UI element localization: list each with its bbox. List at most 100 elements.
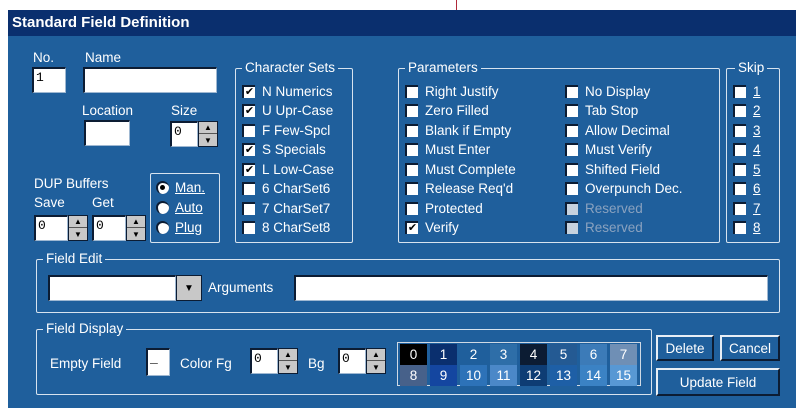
location-field[interactable] [84, 120, 130, 146]
charset-upr-case-checkbox[interactable]: ✔ U Upr-Case [242, 103, 333, 118]
param-release-reqd-checkbox[interactable]: Release Req'd [405, 181, 513, 196]
palette-color-5[interactable]: 5 [550, 344, 577, 365]
checkbox-icon: ✔ [242, 143, 255, 156]
bg-label: Bg [308, 356, 325, 371]
palette-color-7[interactable]: 7 [610, 344, 637, 365]
no-field[interactable]: 1 [32, 67, 66, 93]
skip-1-checkbox[interactable]: 1 [733, 84, 761, 99]
palette-color-9[interactable]: 9 [430, 365, 457, 386]
param-protected-checkbox[interactable]: Protected [405, 201, 483, 216]
spin-down-icon[interactable]: ▼ [127, 228, 145, 240]
charset-specials-checkbox[interactable]: ✔ S Specials [242, 142, 326, 157]
param-right-justify-checkbox[interactable]: Right Justify [405, 84, 499, 99]
spin-down-icon[interactable]: ▼ [199, 134, 217, 146]
arguments-label: Arguments [208, 280, 274, 295]
color-fg-field[interactable]: 0 [250, 348, 278, 374]
field-edit-select[interactable] [48, 275, 176, 301]
skip-4-checkbox[interactable]: 4 [733, 142, 761, 157]
get-field[interactable]: 0 [92, 215, 126, 241]
bg-field[interactable]: 0 [338, 348, 366, 374]
size-field[interactable]: 0 [170, 121, 198, 147]
palette-color-8[interactable]: 8 [400, 365, 427, 386]
palette-color-13[interactable]: 13 [550, 365, 577, 386]
palette-color-10[interactable]: 10 [460, 365, 487, 386]
dup-mode-plug-radio[interactable]: Plug [156, 220, 202, 235]
param-must-complete-checkbox[interactable]: Must Complete [405, 162, 516, 177]
standard-field-definition-dialog: Standard Field Definition No. Name 1 Loc… [8, 10, 796, 408]
charset-charset8-checkbox[interactable]: 8 CharSet8 [242, 220, 330, 235]
param-label: Allow Decimal [585, 123, 670, 138]
param-must-verify-checkbox[interactable]: Must Verify [565, 142, 652, 157]
skip-2-checkbox[interactable]: 2 [733, 103, 761, 118]
checkbox-icon: ✔ [242, 85, 255, 98]
palette-color-14[interactable]: 14 [580, 365, 607, 386]
charset-numerics-checkbox[interactable]: ✔ N Numerics [242, 84, 333, 99]
checkbox-icon [242, 221, 255, 234]
chevron-down-icon[interactable]: ▼ [176, 275, 202, 301]
empty-field-input[interactable]: _ [146, 348, 170, 376]
size-spinner[interactable]: ▲ ▼ [198, 121, 218, 147]
charset-charset6-checkbox[interactable]: 6 CharSet6 [242, 181, 330, 196]
spin-down-icon[interactable]: ▼ [367, 361, 385, 373]
param-verify-checkbox[interactable]: ✔ Verify [405, 220, 459, 235]
radio-label: Plug [175, 220, 203, 235]
spin-up-icon[interactable]: ▲ [279, 349, 297, 361]
skip-7-checkbox[interactable]: 7 [733, 201, 761, 216]
param-label: Verify [425, 220, 459, 235]
dup-mode-man-radio[interactable]: Man. [156, 180, 205, 195]
spin-down-icon[interactable]: ▼ [69, 228, 87, 240]
skip-label: 4 [753, 142, 761, 157]
save-spinner[interactable]: ▲ ▼ [68, 215, 88, 241]
param-label: Must Enter [425, 142, 491, 157]
save-field[interactable]: 0 [34, 215, 68, 241]
param-allow-decimal-checkbox[interactable]: Allow Decimal [565, 123, 670, 138]
charset-label: Low-Case [273, 162, 335, 177]
empty-field-label: Empty Field [50, 356, 122, 371]
palette-color-0[interactable]: 0 [400, 344, 427, 365]
skip-3-checkbox[interactable]: 3 [733, 123, 761, 138]
delete-button[interactable]: Delete [656, 335, 714, 361]
spin-up-icon[interactable]: ▲ [69, 216, 87, 228]
charset-code: F [262, 123, 271, 138]
color-fg-spinner[interactable]: ▲ ▼ [278, 348, 298, 374]
bg-spinner[interactable]: ▲ ▼ [366, 348, 386, 374]
cancel-button[interactable]: Cancel [720, 335, 780, 361]
param-shifted-field-checkbox[interactable]: Shifted Field [565, 162, 660, 177]
palette-color-11[interactable]: 11 [490, 365, 517, 386]
spin-up-icon[interactable]: ▲ [199, 122, 217, 134]
palette-color-3[interactable]: 3 [490, 344, 517, 365]
param-no-display-checkbox[interactable]: No Display [565, 84, 650, 99]
palette-color-12[interactable]: 12 [520, 365, 547, 386]
name-field[interactable] [83, 67, 217, 93]
charset-code: 7 [262, 201, 270, 216]
spin-down-icon[interactable]: ▼ [279, 361, 297, 373]
update-field-button[interactable]: Update Field [656, 368, 780, 396]
palette-color-1[interactable]: 1 [430, 344, 457, 365]
param-blank-if-empty-checkbox[interactable]: Blank if Empty [405, 123, 511, 138]
param-overpunch-dec-checkbox[interactable]: Overpunch Dec. [565, 181, 683, 196]
arguments-field[interactable] [294, 275, 768, 301]
skip-label: 6 [753, 181, 761, 196]
skip-8-checkbox[interactable]: 8 [733, 220, 761, 235]
skip-5-checkbox[interactable]: 5 [733, 162, 761, 177]
checkbox-icon [733, 104, 746, 117]
param-must-enter-checkbox[interactable]: Must Enter [405, 142, 490, 157]
checkbox-icon: ✔ [405, 221, 418, 234]
dup-mode-auto-radio[interactable]: Auto [156, 200, 203, 215]
charset-low-case-checkbox[interactable]: ✔ L Low-Case [242, 162, 334, 177]
charset-few-spcl-checkbox[interactable]: F Few-Spcl [242, 123, 330, 138]
param-label: Must Verify [585, 142, 652, 157]
skip-6-checkbox[interactable]: 6 [733, 181, 761, 196]
palette-color-2[interactable]: 2 [460, 344, 487, 365]
palette-color-4[interactable]: 4 [520, 344, 547, 365]
get-spinner[interactable]: ▲ ▼ [126, 215, 146, 241]
palette-color-15[interactable]: 15 [610, 365, 637, 386]
charset-charset7-checkbox[interactable]: 7 CharSet7 [242, 201, 330, 216]
param-zero-filled-checkbox[interactable]: Zero Filled [405, 103, 489, 118]
spin-up-icon[interactable]: ▲ [127, 216, 145, 228]
param-tab-stop-checkbox[interactable]: Tab Stop [565, 103, 638, 118]
palette-color-6[interactable]: 6 [580, 344, 607, 365]
spin-up-icon[interactable]: ▲ [367, 349, 385, 361]
checkbox-icon [405, 182, 418, 195]
param-label: Overpunch Dec. [585, 181, 683, 196]
